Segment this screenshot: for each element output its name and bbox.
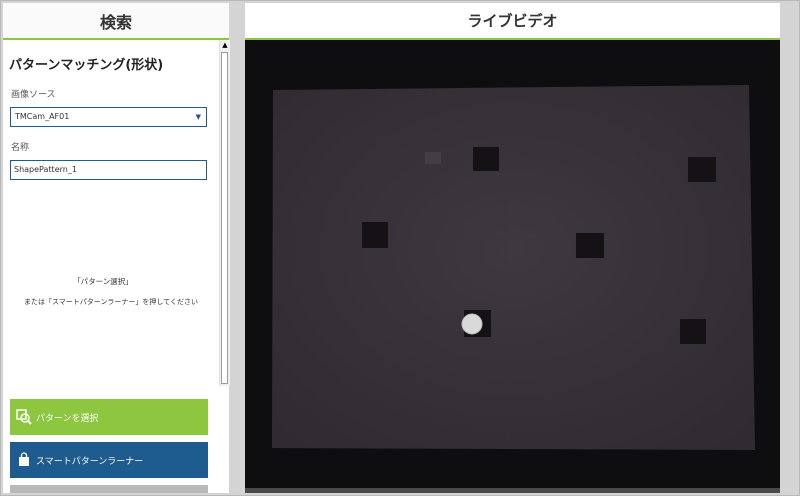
panel-title: パターンマッチング(形状)	[9, 58, 164, 73]
image-source-value: TMCam_AF01	[15, 112, 70, 121]
live-video-feed[interactable]	[245, 40, 780, 488]
name-label: 名称	[11, 143, 30, 153]
name-input[interactable]: ShapePattern_1	[10, 160, 207, 180]
live-video-panel: ライブビデオ	[245, 3, 780, 493]
hint-line-2: または「スマートパターンラーナー」を押してください	[23, 298, 199, 306]
pattern-search-icon	[16, 409, 32, 425]
scrollbar[interactable]: ▲	[219, 40, 230, 386]
scroll-thumb[interactable]	[221, 52, 228, 384]
smart-bag-icon	[16, 452, 32, 468]
smart-pattern-learner-button[interactable]: スマートパターンラーナー	[10, 442, 208, 478]
search-panel-content: パターンマッチング(形状) 画像ソース TMCam_AF01 ▼ 名称 Shap…	[3, 40, 219, 384]
hint-line-1: 「パターン選択」	[73, 277, 133, 286]
smart-pattern-learner-label: スマートパターンラーナー	[36, 456, 144, 467]
live-video-header: ライブビデオ	[245, 3, 780, 40]
video-status-bar	[245, 488, 780, 493]
search-panel: 検索 パターンマッチング(形状) 画像ソース TMCam_AF01 ▼ 名称 S…	[3, 3, 230, 493]
select-pattern-button[interactable]: パターンを選択	[10, 399, 208, 435]
partially-visible-button[interactable]	[10, 485, 208, 493]
camera-image	[245, 40, 780, 488]
chevron-down-icon: ▼	[195, 113, 201, 121]
search-panel-header: 検索	[3, 3, 229, 40]
scroll-up-arrow-icon[interactable]: ▲	[220, 40, 230, 50]
image-source-select[interactable]: TMCam_AF01 ▼	[10, 107, 207, 127]
select-pattern-label: パターンを選択	[36, 413, 99, 424]
image-source-label: 画像ソース	[11, 90, 56, 100]
